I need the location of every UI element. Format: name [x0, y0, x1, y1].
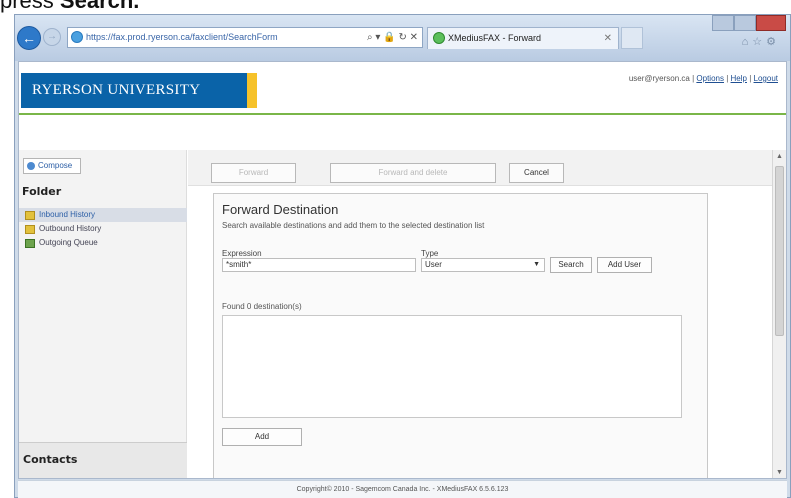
panel-description: Search available destinations and add th… — [222, 221, 485, 230]
site-header: RYERSON UNIVERSITY user@ryerson.ca | Opt… — [19, 62, 786, 115]
browser-window: ← → https://fax.prod.ryerson.ca/faxclien… — [14, 14, 791, 498]
queue-icon — [25, 239, 35, 248]
forward-button[interactable]: Forward — [211, 163, 296, 183]
url-text: https://fax.prod.ryerson.ca/faxclient/Se… — [86, 32, 278, 42]
close-window-icon[interactable] — [756, 15, 786, 31]
sidebar-item-label: Outgoing Queue — [39, 238, 98, 247]
dropdown-arrow-icon: ▼ — [533, 261, 540, 268]
page-scrollbar[interactable]: ▲ ▼ — [772, 150, 786, 478]
outbound-folder-icon — [25, 225, 35, 234]
type-selected-value: User — [425, 260, 442, 269]
inbound-folder-icon — [25, 211, 35, 220]
expression-label: Expression — [222, 249, 262, 258]
logo-text: RYERSON UNIVERSITY — [32, 82, 201, 98]
cancel-button[interactable]: Cancel — [509, 163, 564, 183]
forward-and-delete-button[interactable]: Forward and delete — [330, 163, 496, 183]
options-link[interactable]: Options — [696, 74, 724, 83]
maximize-icon[interactable] — [734, 15, 756, 31]
contacts-section[interactable]: Contacts — [19, 442, 187, 478]
compose-button[interactable]: Compose — [23, 158, 81, 174]
window-controls — [712, 15, 786, 31]
contacts-heading: Contacts — [23, 453, 78, 466]
home-star-gear-icons[interactable]: ⌂☆⚙ — [742, 35, 780, 48]
type-select[interactable]: User ▼ — [421, 258, 545, 272]
compose-icon — [27, 162, 35, 170]
scroll-up-icon[interactable]: ▲ — [773, 150, 786, 164]
folder-heading: Folder — [22, 185, 62, 198]
user-email: user@ryerson.ca — [628, 74, 690, 83]
logo-accent — [247, 73, 257, 108]
scroll-down-icon[interactable]: ▼ — [773, 466, 786, 478]
compose-label: Compose — [38, 161, 73, 170]
destination-results-list[interactable] — [222, 315, 682, 418]
browser-titlebar: ← → https://fax.prod.ryerson.ca/faxclien… — [15, 15, 790, 61]
user-links: user@ryerson.ca | Options | Help | Logou… — [629, 74, 778, 83]
search-button[interactable]: Search — [550, 257, 592, 273]
new-tab-button[interactable] — [621, 27, 643, 49]
type-label: Type — [421, 249, 439, 258]
tab-close-icon[interactable]: ✕ — [604, 28, 612, 49]
header-divider — [19, 113, 786, 115]
sidebar: Compose Folder Inbound History Outbound … — [19, 150, 187, 478]
minimize-icon[interactable] — [712, 15, 734, 31]
sidebar-item-label: Outbound History — [39, 224, 102, 233]
expression-input[interactable]: *smith* — [222, 258, 416, 272]
add-destination-button[interactable]: Add — [222, 428, 302, 446]
caption-emphasis: Search. — [59, 0, 140, 13]
browser-tab[interactable]: XMediusFAX - Forward ✕ — [427, 27, 619, 49]
forward-arrow-icon[interactable]: → — [43, 28, 61, 46]
add-user-button[interactable]: Add User — [597, 257, 652, 273]
sidebar-item-label: Inbound History — [39, 210, 96, 219]
page-content: RYERSON UNIVERSITY user@ryerson.ca | Opt… — [18, 61, 787, 479]
main-panel: Forward Forward and delete Cancel Forwar… — [188, 150, 774, 478]
caption-prefix: press — [0, 0, 60, 13]
logout-link[interactable]: Logout — [754, 74, 778, 83]
found-count: Found 0 destination(s) — [222, 302, 302, 311]
back-arrow-icon[interactable]: ← — [17, 26, 41, 50]
sidebar-item-outgoing-queue[interactable]: Outgoing Queue — [19, 236, 187, 250]
link-separator: | — [749, 74, 752, 83]
address-tools-icon[interactable]: ⌕ ▾ 🔒 ↻ ✕ — [367, 28, 418, 47]
help-link[interactable]: Help — [731, 74, 747, 83]
copyright-footer: Copyright© 2010 - Sagemcom Canada Inc. -… — [18, 480, 787, 498]
forward-destination-panel: Forward Destination Search available des… — [213, 193, 708, 478]
action-toolbar: Forward Forward and delete Cancel — [188, 150, 774, 186]
sidebar-item-inbound-history[interactable]: Inbound History — [19, 208, 187, 222]
tab-favicon-icon — [433, 32, 445, 44]
tab-title: XMediusFAX - Forward — [448, 33, 542, 43]
link-separator: | — [726, 74, 729, 83]
address-bar[interactable]: https://fax.prod.ryerson.ca/faxclient/Se… — [67, 27, 423, 48]
ryerson-logo: RYERSON UNIVERSITY — [21, 73, 257, 108]
scroll-thumb[interactable] — [775, 166, 784, 336]
panel-title: Forward Destination — [222, 202, 339, 217]
link-separator: | — [692, 74, 695, 83]
sidebar-item-outbound-history[interactable]: Outbound History — [19, 222, 187, 236]
site-icon — [71, 31, 83, 43]
